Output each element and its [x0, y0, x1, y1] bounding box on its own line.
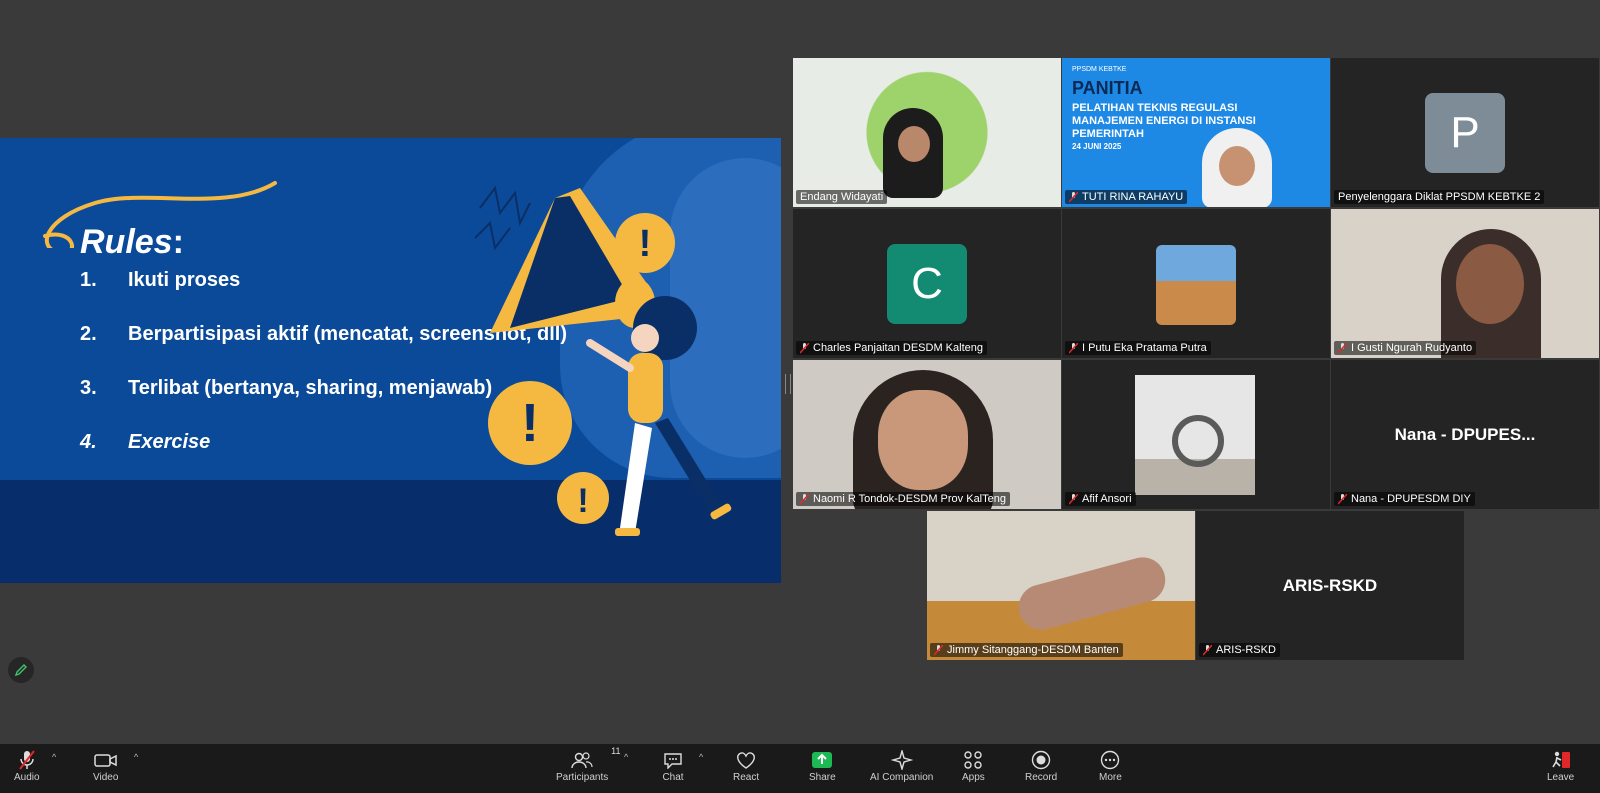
shared-screen-slide: Rules: 1. Ikuti proses 2. Berpartisipasi a…	[0, 138, 781, 583]
audio-options-caret[interactable]: ^	[52, 752, 56, 762]
more-button[interactable]: More	[1099, 748, 1122, 783]
participant-tile[interactable]: I Putu Eka Pratama Putra	[1062, 209, 1330, 358]
share-button[interactable]: Share	[809, 748, 836, 783]
ai-companion-button[interactable]: AI Companion	[870, 748, 933, 783]
participant-name-tag: TUTI RINA RAHAYU	[1065, 190, 1188, 204]
participant-tile[interactable]: ARIS-RSKD ARIS-RSKD	[1196, 511, 1464, 660]
leave-door-icon	[1551, 751, 1570, 768]
participant-name-tag: Jimmy Sitanggang-DESDM Banten	[930, 643, 1123, 657]
participants-options-caret[interactable]: ^	[624, 752, 628, 762]
apps-button[interactable]: Apps	[962, 748, 985, 783]
mic-muted-icon	[934, 644, 943, 656]
participants-icon	[571, 752, 593, 769]
avatar: C	[887, 243, 967, 324]
more-dots-icon	[1101, 750, 1120, 770]
chat-options-caret[interactable]: ^	[699, 752, 703, 762]
svg-text:!: !	[521, 393, 539, 453]
mic-muted-icon	[18, 750, 35, 770]
participant-name-tag: I Gusti Ngurah Rudyanto	[1334, 341, 1477, 355]
participant-name-tag: Endang Widayati	[796, 190, 888, 204]
participant-name-tag: Afif Ansori	[1065, 492, 1136, 506]
rule-item: 4. Exercise	[80, 431, 211, 453]
avatar: P	[1425, 92, 1505, 173]
participant-tile[interactable]: Endang Widayati	[793, 58, 1061, 207]
participant-tile[interactable]: Nana - DPUPES... Nana - DPUPESDM DIY	[1331, 360, 1599, 509]
participant-name-tag: Charles Panjaitan DESDM Kalteng	[796, 341, 987, 355]
record-button[interactable]: Record	[1025, 748, 1057, 783]
video-feed	[1219, 146, 1255, 186]
participant-tile[interactable]: I Gusti Ngurah Rudyanto	[1331, 209, 1599, 358]
apps-icon	[964, 751, 983, 769]
pen-icon	[14, 664, 27, 677]
participant-tile[interactable]: Naomi R Tondok-DESDM Prov KalTeng	[793, 360, 1061, 509]
video-feed	[1456, 244, 1524, 324]
chat-button[interactable]: Chat	[662, 748, 684, 783]
svg-text:!: !	[577, 482, 588, 520]
profile-photo	[1156, 245, 1236, 325]
react-button[interactable]: React	[733, 748, 759, 783]
audio-button[interactable]: Audio	[14, 748, 40, 783]
mic-muted-icon	[1069, 493, 1078, 505]
sparkle-icon	[890, 750, 913, 770]
annotate-pen-button[interactable]	[8, 657, 34, 683]
view-splitter-handle[interactable]	[785, 374, 791, 394]
svg-text:!: !	[639, 223, 652, 265]
participants-count: 11	[611, 746, 621, 756]
share-screen-icon	[812, 752, 833, 768]
meeting-toolbar: Audio ^ Video ^ 11 Participants ^ Chat ^…	[0, 744, 1600, 793]
leave-button[interactable]: Leave	[1547, 748, 1574, 783]
participant-name-tag: I Putu Eka Pratama Putra	[1065, 341, 1211, 355]
video-feed	[878, 390, 968, 490]
participant-tile[interactable]: P Penyelenggara Diklat PPSDM KEBTKE 2	[1331, 58, 1599, 207]
heart-icon	[737, 752, 755, 769]
rule-item: 3. Terlibat (bertanya, sharing, menjawab)	[80, 377, 493, 399]
video-button[interactable]: Video	[93, 748, 118, 783]
video-options-caret[interactable]: ^	[134, 752, 138, 762]
participant-tile[interactable]: Jimmy Sitanggang-DESDM Banten	[927, 511, 1195, 660]
participant-name-tag: Penyelenggara Diklat PPSDM KEBTKE 2	[1334, 190, 1545, 204]
participant-tile[interactable]: C Charles Panjaitan DESDM Kalteng	[793, 209, 1061, 358]
participant-display-name: ARIS-RSKD	[1282, 575, 1378, 595]
mic-muted-icon	[1338, 493, 1347, 505]
participant-display-name: Nana - DPUPES...	[1394, 424, 1536, 444]
rule-item: 1. Ikuti proses	[80, 269, 241, 291]
megaphone-illustration: ! ! !	[474, 185, 732, 536]
banner-title: PANITIA	[1072, 78, 1143, 98]
record-icon	[1031, 750, 1051, 770]
chat-bubble-icon	[664, 753, 682, 769]
mic-muted-icon	[1203, 644, 1212, 656]
mic-muted-icon	[800, 493, 809, 505]
participant-tile[interactable]: Afif Ansori	[1062, 360, 1330, 509]
profile-photo	[1172, 415, 1224, 467]
mic-muted-icon	[1338, 342, 1347, 354]
participant-tile[interactable]: PPSDM KEBTKE PANITIA PELATIHAN TEKNIS RE…	[1062, 58, 1330, 207]
banner-date: 24 JUNI 2025	[1072, 142, 1122, 151]
rules-heading: Rules:	[80, 223, 184, 261]
banner-org: PPSDM KEBTKE	[1072, 66, 1127, 73]
video-camera-icon	[93, 754, 117, 767]
participant-name-tag: Nana - DPUPESDM DIY	[1334, 492, 1475, 506]
participant-name-tag: Naomi R Tondok-DESDM Prov KalTeng	[796, 492, 1010, 506]
participant-name-tag: ARIS-RSKD	[1199, 643, 1280, 657]
mic-muted-icon	[1069, 342, 1078, 354]
mic-muted-icon	[1069, 191, 1078, 203]
video-feed	[898, 126, 930, 162]
participants-button[interactable]: 11 Participants	[556, 746, 620, 783]
mic-muted-icon	[800, 342, 809, 354]
